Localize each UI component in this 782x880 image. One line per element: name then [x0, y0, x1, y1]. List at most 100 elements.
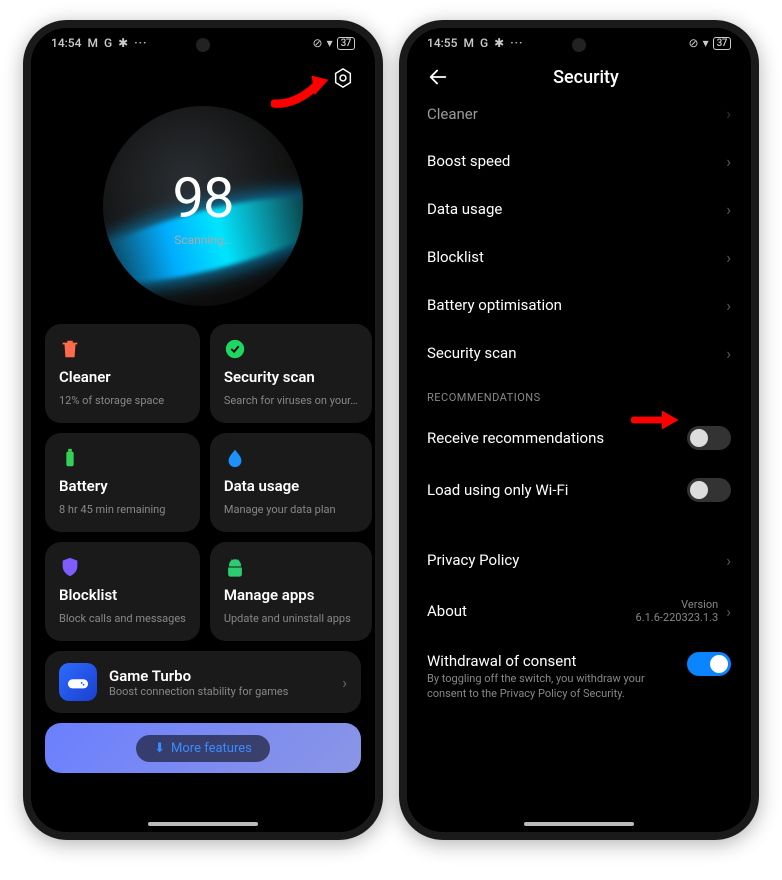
gear-small-icon: ✱	[494, 36, 504, 50]
setting-security-scan[interactable]: Security scan ›	[413, 329, 745, 377]
gesture-bar[interactable]	[524, 822, 634, 826]
tile-security-scan[interactable]: Security scan Search for viruses on your…	[210, 324, 372, 423]
toggle-switch[interactable]	[687, 652, 731, 676]
tile-title: Cleaner	[59, 368, 186, 386]
setting-data-usage[interactable]: Data usage ›	[413, 185, 745, 233]
chevron-right-icon: ›	[726, 602, 731, 621]
arrow-left-icon	[427, 66, 449, 88]
tile-data-usage[interactable]: Data usage Manage your data plan	[210, 433, 372, 532]
setting-sub: By toggling off the switch, you withdraw…	[427, 672, 675, 702]
drop-icon	[224, 447, 246, 469]
gmail-icon: M	[87, 36, 98, 50]
setting-label: Load using only Wi-Fi	[427, 481, 568, 499]
score-orb[interactable]: 98 Scanning…	[103, 106, 303, 306]
chevron-right-icon: ›	[726, 152, 731, 171]
tile-title: Blocklist	[59, 586, 186, 604]
gear-icon	[332, 67, 354, 89]
setting-label: About	[427, 602, 467, 620]
setting-privacy-policy[interactable]: Privacy Policy ›	[413, 536, 745, 584]
chevron-right-icon: ›	[726, 200, 731, 219]
phone-left: 14:54 M G ✱ ··· ⊘ ▾ 37	[23, 20, 383, 840]
chevron-right-icon: ›	[726, 104, 731, 123]
score-value: 98	[173, 165, 234, 231]
tile-title: Manage apps	[224, 586, 358, 604]
tile-sub: Block calls and messages	[59, 612, 186, 625]
download-icon: ⬇	[154, 741, 165, 756]
setting-label: Blocklist	[427, 248, 484, 266]
tile-sub: Update and uninstall apps	[224, 612, 358, 625]
tile-blocklist[interactable]: Blocklist Block calls and messages	[45, 542, 200, 641]
toggle-receive-recommendations[interactable]: Receive recommendations	[413, 412, 745, 464]
shield-icon	[59, 556, 81, 578]
setting-cleaner[interactable]: Cleaner ›	[413, 104, 745, 137]
tile-cleaner[interactable]: Cleaner 12% of storage space	[45, 324, 200, 423]
about-version-value: 6.1.6-220323.1.3	[636, 611, 719, 624]
settings-list: Cleaner › Boost speed › Data usage › Blo…	[407, 104, 751, 716]
setting-blocklist[interactable]: Blocklist ›	[413, 233, 745, 281]
tile-title: Security scan	[224, 368, 358, 386]
status-bar: 14:54 M G ✱ ··· ⊘ ▾ 37	[31, 28, 375, 54]
more-features-banner[interactable]: ⬇ More features	[45, 723, 361, 773]
tile-sub: Manage your data plan	[224, 503, 358, 516]
wifi-icon: ▾	[327, 36, 333, 50]
wifi-icon: ▾	[703, 36, 709, 50]
game-turbo-sub: Boost connection stability for games	[109, 685, 330, 698]
score-status: Scanning…	[174, 233, 232, 247]
no-sim-icon: ⊘	[313, 36, 323, 50]
gesture-bar[interactable]	[148, 822, 258, 826]
setting-battery-optimisation[interactable]: Battery optimisation ›	[413, 281, 745, 329]
clock: 14:55	[427, 36, 457, 50]
toggle-load-wifi[interactable]: Load using only Wi-Fi	[413, 464, 745, 516]
setting-about[interactable]: About Version 6.1.6-220323.1.3 ›	[413, 584, 745, 638]
app-header	[31, 54, 375, 102]
tile-manage-apps[interactable]: Manage apps Update and uninstall apps	[210, 542, 372, 641]
gmail-icon: M	[463, 36, 474, 50]
more-status-icon: ···	[510, 36, 523, 50]
chevron-right-icon: ›	[726, 551, 731, 570]
clock: 14:54	[51, 36, 81, 50]
more-status-icon: ···	[134, 36, 147, 50]
game-turbo-icon	[59, 663, 97, 701]
setting-label: Privacy Policy	[427, 551, 519, 569]
toggle-withdrawal-consent[interactable]: Withdrawal of consent By toggling off th…	[413, 638, 745, 716]
setting-label: Receive recommendations	[427, 429, 604, 447]
chevron-right-icon: ›	[342, 673, 347, 692]
no-sim-icon: ⊘	[689, 36, 699, 50]
game-turbo-row[interactable]: Game Turbo Boost connection stability fo…	[45, 651, 361, 713]
status-bar: 14:55 M G ✱ ··· ⊘ ▾ 37	[407, 28, 751, 54]
google-icon: G	[104, 36, 112, 50]
check-icon	[224, 338, 246, 360]
back-button[interactable]	[425, 64, 451, 90]
game-turbo-title: Game Turbo	[109, 667, 330, 685]
battery-indicator: 37	[337, 37, 355, 50]
about-version-label: Version	[681, 598, 718, 611]
setting-label: Boost speed	[427, 152, 510, 170]
setting-boost-speed[interactable]: Boost speed ›	[413, 137, 745, 185]
tile-battery[interactable]: Battery 8 hr 45 min remaining	[45, 433, 200, 532]
chevron-right-icon: ›	[726, 296, 731, 315]
google-icon: G	[480, 36, 488, 50]
setting-label: Battery optimisation	[427, 296, 562, 314]
phone-right: 14:55 M G ✱ ··· ⊘ ▾ 37 Security Cleaner …	[399, 20, 759, 840]
page-title: Security	[465, 67, 707, 88]
setting-label: Cleaner	[427, 105, 478, 123]
battery-icon	[59, 447, 81, 469]
score-section: 98 Scanning…	[31, 102, 375, 324]
tile-sub: Search for viruses on your…	[224, 394, 358, 407]
tile-sub: 8 hr 45 min remaining	[59, 503, 186, 516]
settings-button[interactable]	[329, 64, 357, 92]
setting-label: Data usage	[427, 200, 502, 218]
toggle-switch[interactable]	[687, 426, 731, 450]
gear-small-icon: ✱	[118, 36, 128, 50]
chevron-right-icon: ›	[726, 248, 731, 267]
section-header-recommendations: RECOMMENDATIONS	[413, 377, 745, 412]
tile-title: Data usage	[224, 477, 358, 495]
security-app-home: 14:54 M G ✱ ··· ⊘ ▾ 37	[31, 28, 375, 832]
tile-sub: 12% of storage space	[59, 394, 186, 407]
trash-icon	[59, 338, 81, 360]
android-icon	[224, 556, 246, 578]
page-header: Security	[407, 54, 751, 104]
toggle-switch[interactable]	[687, 478, 731, 502]
security-settings: 14:55 M G ✱ ··· ⊘ ▾ 37 Security Cleaner …	[407, 28, 751, 832]
tile-title: Battery	[59, 477, 186, 495]
